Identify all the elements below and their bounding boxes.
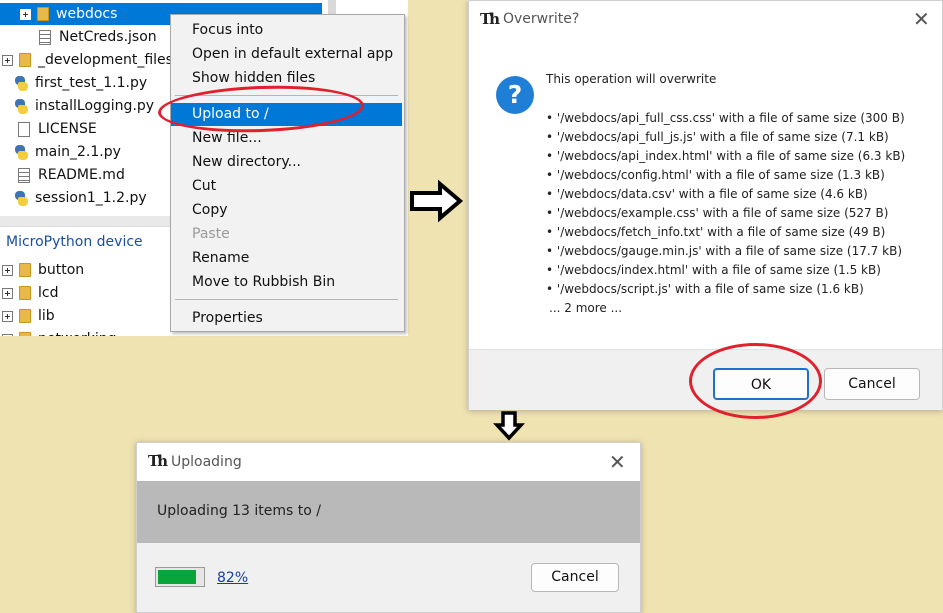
tree-item-label: README.md [38, 167, 125, 183]
folder-icon [19, 309, 31, 323]
uploading-message-band: Uploading 13 items to / [137, 481, 640, 543]
thonny-logo-icon: Th [480, 10, 500, 28]
python-icon [14, 75, 29, 91]
tree-item-label: NetCreds.json [59, 29, 157, 45]
expand-icon[interactable] [2, 54, 13, 66]
question-icon: ? [496, 76, 534, 114]
tree-item[interactable]: installLogging.py [14, 95, 154, 117]
cancel-button[interactable]: Cancel [824, 368, 920, 400]
tree-item[interactable]: session1_1.2.py [14, 187, 147, 209]
tree-item[interactable]: LICENSE [18, 118, 97, 140]
folder-icon [19, 53, 31, 67]
panel-divider [0, 216, 170, 226]
overwrite-file-line: • '/webdocs/api_full_js.js' with a file … [546, 130, 889, 144]
overwrite-file-line: • '/webdocs/api_index.html' with a file … [546, 149, 906, 163]
overwrite-file-line: • '/webdocs/config.html' with a file of … [546, 168, 885, 182]
expand-icon[interactable] [2, 310, 13, 322]
menu-item[interactable]: Copy [171, 199, 402, 222]
expand-icon[interactable] [20, 8, 31, 20]
folder-icon [37, 7, 49, 21]
menu-item[interactable]: Focus into [171, 19, 402, 42]
overwrite-message: This operation will overwrite [546, 72, 717, 86]
tree-item-label: webdocs [56, 6, 118, 22]
menu-item: Paste [192, 226, 230, 242]
tree-item[interactable]: NetCreds.json [39, 26, 157, 48]
tree-item[interactable]: _development_files [2, 49, 173, 71]
menu-item[interactable]: Properties [171, 307, 402, 330]
overwrite-file-line: • '/webdocs/index.html' with a file of s… [546, 263, 881, 277]
tree-item-label: networking [38, 331, 117, 336]
overwrite-body: ? This operation will overwrite • '/webd… [469, 39, 942, 349]
menu-item[interactable]: New directory... [171, 151, 402, 174]
expand-icon[interactable] [2, 287, 13, 299]
uploading-dialog: Th Uploading ✕ Uploading 13 items to / 8… [136, 442, 641, 613]
right-arrow-icon [410, 179, 464, 223]
expand-icon[interactable] [2, 333, 13, 336]
close-icon[interactable]: ✕ [609, 450, 626, 474]
progress-bar-fill [158, 570, 196, 584]
uploading-titlebar: Th Uploading ✕ [137, 443, 640, 481]
expand-icon[interactable] [2, 264, 13, 276]
file-icon [18, 121, 30, 137]
python-icon [14, 190, 29, 206]
folder-icon [19, 263, 31, 277]
progress-bar [155, 567, 205, 587]
tree-item-label: button [38, 262, 85, 278]
menu-separator [175, 299, 398, 300]
overwrite-file-line: • '/webdocs/script.js' with a file of sa… [546, 282, 864, 296]
file-lines-icon [39, 29, 51, 45]
tree-item[interactable]: main_2.1.py [14, 141, 121, 163]
overwrite-dialog: Th Overwrite? ✕ ? This operation will ov… [468, 0, 943, 410]
micropython-device-header: MicroPython device [0, 226, 170, 258]
overwrite-file-line: • '/webdocs/data.csv' with a file of sam… [546, 187, 868, 201]
overwrite-file-line: • '/webdocs/example.css' with a file of … [546, 206, 889, 220]
tree-item-label: installLogging.py [35, 98, 155, 114]
device-tree-item[interactable]: lcd [2, 282, 58, 304]
tree-item-label: lcd [38, 285, 59, 301]
tree-item-label: main_2.1.py [35, 144, 121, 160]
dialog-title: Uploading [171, 454, 242, 470]
tree-item-label: _development_files [38, 52, 173, 68]
menu-item[interactable]: Cut [171, 175, 402, 198]
more-items-text: ... 2 more ... [549, 301, 623, 315]
tree-item-label: session1_1.2.py [35, 190, 147, 206]
progress-percent: 82% [217, 570, 249, 586]
menu-item[interactable]: Move to Rubbish Bin [171, 271, 402, 294]
python-icon [14, 144, 29, 160]
menu-item[interactable]: Open in default external app [171, 43, 402, 66]
device-tree-item[interactable]: networking [2, 328, 117, 336]
tree-item-label: lib [38, 308, 55, 324]
dialog-title: Overwrite? [503, 11, 580, 27]
down-arrow-icon [493, 411, 525, 441]
tree-scrollbar[interactable] [328, 0, 336, 14]
overwrite-file-line: • '/webdocs/api_full_css.css' with a fil… [546, 111, 905, 125]
device-tree-item[interactable]: lib [2, 305, 55, 327]
overwrite-file-line: • '/webdocs/gauge.min.js' with a file of… [546, 244, 902, 258]
tree-item-label: LICENSE [38, 121, 97, 137]
close-icon[interactable]: ✕ [913, 7, 930, 31]
device-tree-item[interactable]: button [2, 259, 84, 281]
context-menu: Focus into Open in default external app Sh… [170, 14, 405, 332]
menu-item[interactable]: Rename [171, 247, 402, 270]
cancel-button[interactable]: Cancel [531, 563, 619, 592]
python-icon [14, 98, 29, 114]
folder-icon [19, 286, 31, 300]
thonny-logo-icon: Th [148, 452, 168, 470]
tree-item[interactable]: README.md [18, 164, 125, 186]
folder-icon [19, 332, 31, 336]
file-lines-icon [18, 167, 30, 183]
overwrite-titlebar: Th Overwrite? ✕ [469, 1, 942, 39]
highlight-ok-ellipse [689, 343, 822, 419]
uploading-message: Uploading 13 items to / [157, 503, 322, 519]
tree-item-label: first_test_1.1.py [35, 75, 148, 91]
overwrite-file-line: • '/webdocs/fetch_info.txt' with a file … [546, 225, 886, 239]
tree-item[interactable]: first_test_1.1.py [14, 72, 147, 94]
